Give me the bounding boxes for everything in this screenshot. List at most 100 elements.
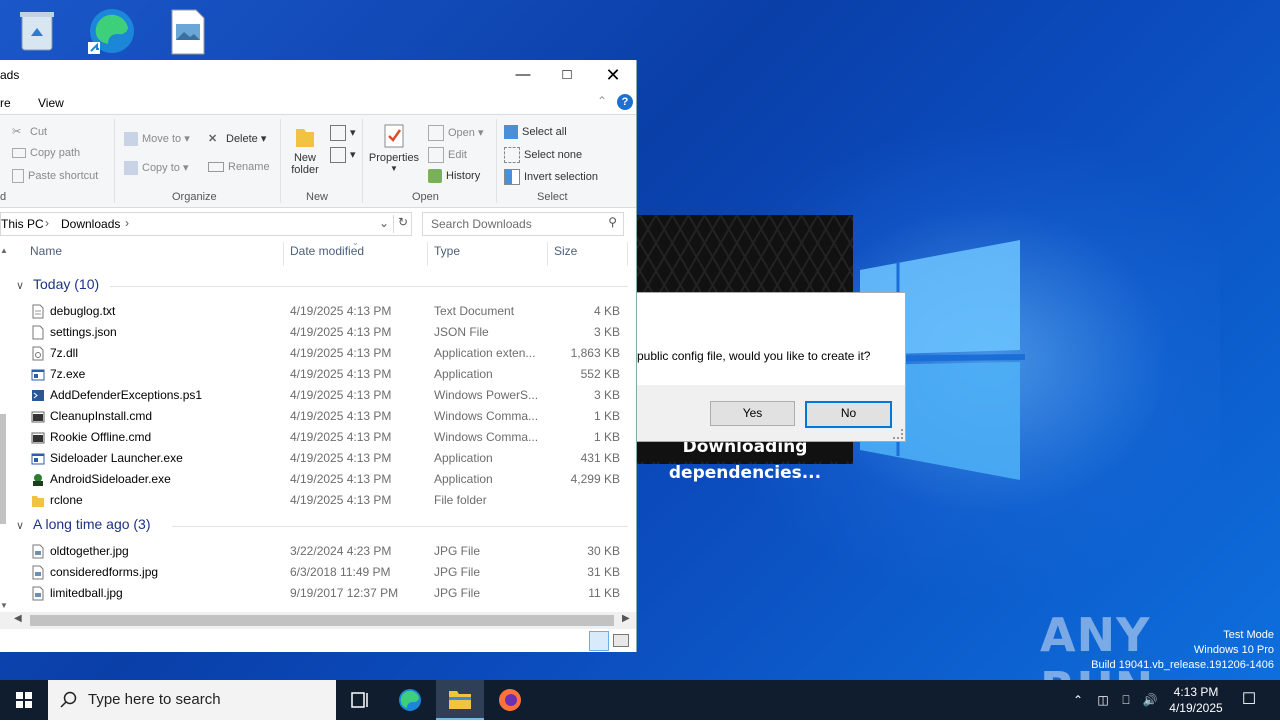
taskbar-search-box[interactable]: Type here to search	[48, 680, 336, 720]
breadcrumb-this-pc[interactable]: This PC	[1, 217, 44, 231]
copy-path-button[interactable]: Copy path	[12, 147, 80, 159]
column-separator[interactable]	[627, 242, 628, 266]
new-folder-button[interactable]: New folder	[288, 123, 322, 176]
file-row[interactable]: AddDefenderExceptions.ps1 4/19/2025 4:13 …	[0, 385, 620, 406]
title-bar[interactable]: ads — □ ✕	[0, 60, 636, 90]
column-separator[interactable]	[427, 242, 428, 266]
minimize-button[interactable]: —	[500, 60, 546, 90]
scroll-right-icon[interactable]: ▶	[622, 613, 630, 624]
scroll-left-icon[interactable]: ◀	[14, 613, 22, 624]
image-file-icon[interactable]	[162, 6, 212, 56]
network-icon[interactable]: ⎕	[1116, 680, 1136, 720]
file-row[interactable]: oldtogether.jpg 3/22/2024 4:23 PM JPG File…	[0, 541, 620, 562]
move-to-button[interactable]: Move to ▾	[124, 132, 190, 147]
paste-shortcut-button[interactable]: Paste shortcut	[12, 169, 98, 183]
paste-shortcut-label: Paste shortcut	[28, 169, 99, 182]
file-row[interactable]: AndroidSideloader.exe 4/19/2025 4:13 PM Ap…	[0, 469, 620, 490]
tab-share[interactable]: re	[0, 96, 11, 110]
group-header[interactable]: Today (10)	[33, 276, 99, 292]
file-row[interactable]: debuglog.txt 4/19/2025 4:13 PM Text Docume…	[0, 301, 620, 322]
group-select-label: Select	[537, 191, 568, 203]
security-tray-icon[interactable]: ◫	[1094, 680, 1112, 720]
address-bar[interactable]: This PC › Downloads › ⌄ ↻	[0, 212, 412, 236]
invert-selection-button[interactable]: Invert selection	[504, 169, 598, 185]
group-collapse-chevron-icon[interactable]: ∨	[16, 519, 24, 532]
file-row[interactable]: 7z.exe 4/19/2025 4:13 PM Application 552 KB	[0, 364, 620, 385]
new-item-icon	[330, 125, 346, 141]
file-row[interactable]: 7z.dll 4/19/2025 4:13 PM Application exten…	[0, 343, 620, 364]
copy-to-button[interactable]: Copy to ▾	[124, 161, 189, 176]
file-row[interactable]: Rookie Offline.cmd 4/19/2025 4:13 PM Windo…	[0, 427, 620, 448]
maximize-button[interactable]: □	[544, 60, 590, 90]
history-button[interactable]: History	[428, 169, 480, 183]
file-date: 4/19/2025 4:13 PM	[290, 409, 392, 423]
select-none-button[interactable]: Select none	[504, 147, 582, 163]
cut-button[interactable]: ✂ Cut	[12, 125, 47, 139]
taskbar-edge[interactable]	[386, 680, 434, 720]
horizontal-scroll-thumb[interactable]	[30, 615, 614, 626]
large-icons-view-icon[interactable]	[613, 634, 629, 647]
file-row[interactable]: rclone 4/19/2025 4:13 PM File folder	[0, 490, 620, 511]
group-collapse-chevron-icon[interactable]: ∨	[16, 279, 24, 292]
clock[interactable]: 4:13 PM 4/19/2025	[1164, 680, 1228, 724]
column-size[interactable]: Size	[554, 244, 577, 258]
file-row[interactable]: Sideloader Launcher.exe 4/19/2025 4:13 PM…	[0, 448, 620, 469]
dll-file-icon	[31, 346, 45, 361]
show-hidden-icons-icon[interactable]: ⌃	[1068, 680, 1088, 720]
address-dropdown-icon[interactable]: ⌄	[379, 216, 389, 230]
file-name: 7z.exe	[50, 367, 86, 381]
file-name: Sideloader Launcher.exe	[50, 451, 183, 465]
new-item-button[interactable]: ▾	[330, 125, 356, 141]
open-button[interactable]: Open ▾	[428, 125, 484, 141]
ribbon-separator	[280, 119, 281, 203]
refresh-icon[interactable]: ↻	[393, 215, 412, 233]
file-row[interactable]: settings.json 4/19/2025 4:13 PM JSON File 3…	[0, 322, 620, 343]
help-icon[interactable]: ?	[617, 94, 633, 110]
details-view-icon[interactable]	[589, 631, 609, 651]
taskbar-file-explorer[interactable]	[436, 680, 484, 720]
delete-button[interactable]: ✕ Delete ▾	[208, 132, 266, 146]
new-folder-label-1: New	[293, 152, 316, 164]
task-view-button[interactable]	[336, 680, 384, 720]
taskbar: Type here to search ⌃ ◫ ⎕ 🔊 4:13 PM 4/19…	[0, 680, 1280, 720]
group-open-label: Open	[412, 191, 439, 203]
column-type[interactable]: Type	[434, 244, 460, 258]
file-size: 31 KB	[587, 565, 620, 579]
group-clipboard-label: d	[0, 191, 7, 203]
edge-shortcut-icon[interactable]	[86, 6, 136, 56]
column-name[interactable]: Name	[30, 244, 62, 258]
file-size: 4 KB	[593, 304, 620, 318]
breadcrumb-downloads[interactable]: Downloads	[61, 217, 120, 231]
group-header[interactable]: A long time ago (3)	[33, 516, 151, 532]
properties-button[interactable]: Properties ▼	[368, 123, 420, 173]
column-separator[interactable]	[283, 242, 284, 266]
notifications-icon[interactable]: ☐	[1234, 680, 1264, 720]
properties-dropdown-icon: ▼	[390, 164, 398, 173]
file-row[interactable]: CleanupInstall.cmd 4/19/2025 4:13 PM Windo…	[0, 406, 620, 427]
select-all-button[interactable]: Select all	[504, 125, 567, 139]
column-date-modified[interactable]: Date modified	[290, 244, 364, 258]
close-button[interactable]: ✕	[590, 60, 636, 90]
horizontal-scrollbar[interactable]: ◀ ▶	[0, 612, 636, 629]
file-type: File folder	[434, 493, 487, 507]
rename-button[interactable]: Rename	[208, 161, 270, 173]
resize-grip[interactable]	[893, 429, 903, 439]
delete-x-icon: ✕	[208, 133, 218, 146]
dialog-message: public config file, would you like to cr…	[637, 349, 871, 363]
taskbar-firefox[interactable]	[486, 680, 534, 720]
collapse-ribbon-icon[interactable]: ⌃	[597, 94, 607, 108]
file-row[interactable]: limitedball.jpg 9/19/2017 12:37 PM JPG Fil…	[0, 583, 620, 604]
no-button[interactable]: No	[805, 401, 892, 428]
start-button[interactable]	[0, 680, 48, 720]
recycle-bin-icon[interactable]	[12, 6, 62, 56]
file-row[interactable]: consideredforms.jpg 6/3/2018 11:49 PM JPG …	[0, 562, 620, 583]
tab-view[interactable]: View	[38, 96, 64, 110]
yes-button[interactable]: Yes	[710, 401, 795, 426]
search-box[interactable]: Search Downloads ⚲	[422, 212, 624, 236]
volume-icon[interactable]: 🔊	[1140, 680, 1160, 720]
column-separator[interactable]	[547, 242, 548, 266]
file-date: 4/19/2025 4:13 PM	[290, 451, 392, 465]
scroll-up-icon[interactable]: ▲	[0, 246, 8, 255]
edit-button[interactable]: Edit	[428, 147, 467, 163]
easy-access-button[interactable]: ▾	[330, 147, 356, 163]
